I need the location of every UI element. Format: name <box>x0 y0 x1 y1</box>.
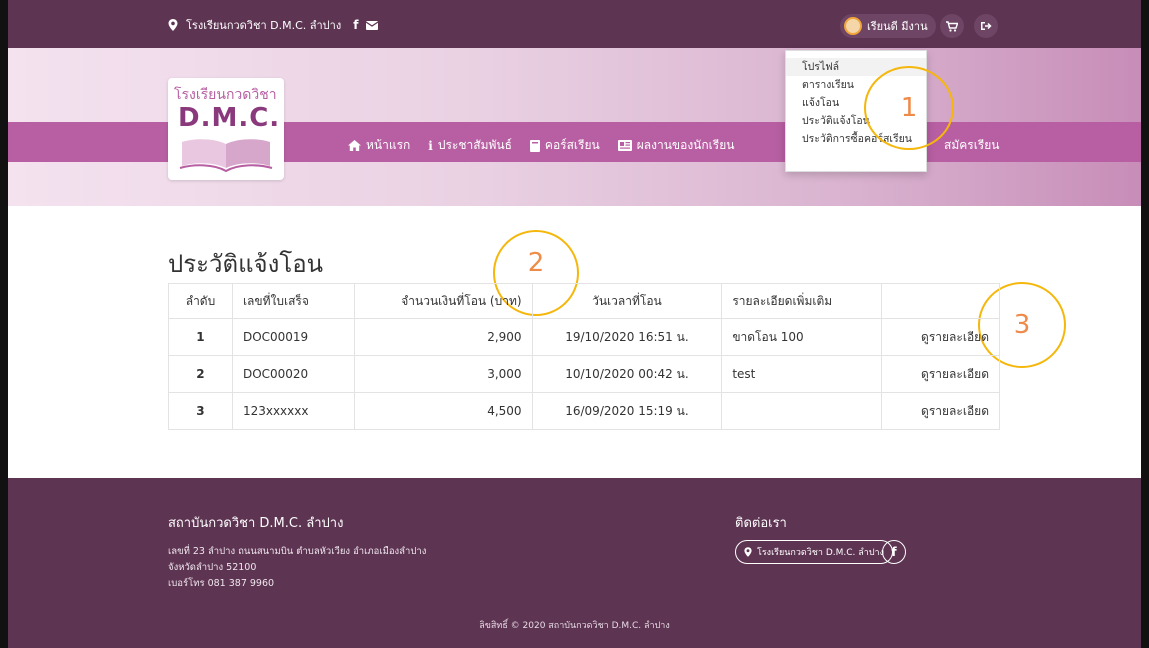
table-row: 1 DOC00019 2,900 19/10/2020 16:51 น. ขาด… <box>168 318 1000 356</box>
nav-label: ผลงานของนักเรียน <box>636 138 735 152</box>
user-menu-button[interactable]: เรียนดี มีงาน <box>840 14 936 38</box>
annotation-number: 1 <box>900 93 918 123</box>
nav-item-student-works[interactable]: ผลงานของนักเรียน <box>617 136 735 155</box>
cell-datetime: 19/10/2020 16:51 น. <box>531 318 723 356</box>
hero-banner: โรงเรียนกวดวิชา D.M.C. หน้าแรก i ประชาสั… <box>8 48 1141 206</box>
copyright: ลิขสิทธิ์ © 2020 สถาบันกวดวิชา D.M.C. ลำ… <box>479 621 670 631</box>
cell-receipt: 123xxxxxx <box>231 392 355 430</box>
facebook-button[interactable]: f <box>882 540 906 564</box>
site-logo[interactable]: โรงเรียนกวดวิชา D.M.C. <box>168 78 284 180</box>
location-button[interactable]: โรงเรียนกวดวิชา D.M.C. ลำปาง <box>735 540 893 564</box>
footer-school-name: สถาบันกวดวิชา D.M.C. ลำปาง <box>168 516 344 531</box>
book-logo-icon <box>179 139 273 173</box>
address-line: จังหวัดลำปาง 52100 <box>168 562 257 573</box>
cell-detail: test <box>721 355 883 393</box>
newspaper-icon <box>617 140 632 151</box>
cell-detail: ขาดโอน 100 <box>721 318 883 356</box>
school-contact: โรงเรียนกวดวิชา D.M.C. ลำปาง f <box>168 16 379 34</box>
cart-icon <box>946 20 958 32</box>
cell-amount: 4,500 <box>353 392 533 430</box>
cell-no: 2 <box>168 355 233 393</box>
right-frame <box>1141 0 1149 648</box>
cell-amount: 2,900 <box>353 318 533 356</box>
column-header-action <box>881 283 1000 319</box>
column-header-detail: รายละเอียดเพิ่มเติม <box>721 283 883 319</box>
cell-datetime: 16/09/2020 15:19 น. <box>531 392 723 430</box>
column-header-amount: จำนวนเงินที่โอน (บาท) <box>353 283 533 319</box>
annotation-number: 3 <box>1013 310 1031 340</box>
left-frame <box>0 0 8 648</box>
nav-label: คอร์สเรียน <box>544 138 600 152</box>
footer: สถาบันกวดวิชา D.M.C. ลำปาง เลขที่ 23 ลำป… <box>8 478 1141 648</box>
table-row: 3 123xxxxxx 4,500 16/09/2020 15:19 น. ดู… <box>168 392 1000 430</box>
address-line: เลขที่ 23 ลำปาง ถนนสนามบิน ตำบลหัวเวียง … <box>168 546 427 557</box>
annotation-number: 2 <box>527 248 545 278</box>
school-name[interactable]: โรงเรียนกวดวิชา D.M.C. ลำปาง <box>186 16 341 34</box>
cell-receipt: DOC00020 <box>231 355 355 393</box>
contact-title: ติดต่อเรา <box>735 516 787 531</box>
logo-text-dmc: D.M.C. <box>178 103 281 133</box>
user-name: เรียนดี มีงาน <box>867 20 928 33</box>
annotation-circle-1: 1 <box>864 66 954 150</box>
cell-detail <box>721 392 883 430</box>
facebook-icon[interactable]: f <box>353 18 358 32</box>
column-header-datetime: วันเวลาที่โอน <box>531 283 723 319</box>
table-row: 2 DOC00020 3,000 10/10/2020 00:42 น. tes… <box>168 355 1000 393</box>
location-label: โรงเรียนกวดวิชา D.M.C. ลำปาง <box>757 548 884 558</box>
cell-receipt: DOC00019 <box>231 318 355 356</box>
nav-item-courses[interactable]: คอร์สเรียน <box>529 136 600 155</box>
table-header-row: ลำดับ เลขที่ใบเสร็จ จำนวนเงินที่โอน (บาท… <box>168 283 1000 319</box>
phone-line: เบอร์โทร 081 387 9960 <box>168 578 275 589</box>
cart-button[interactable] <box>940 14 964 38</box>
cell-datetime: 10/10/2020 00:42 น. <box>531 355 723 393</box>
info-icon: i <box>428 138 433 153</box>
cell-no: 1 <box>168 318 233 356</box>
nav-item-home[interactable]: หน้าแรก <box>348 136 410 155</box>
logout-icon <box>981 22 992 30</box>
footer-address: เลขที่ 23 ลำปาง ถนนสนามบิน ตำบลหัวเวียง … <box>168 544 426 592</box>
facebook-icon: f <box>891 545 897 559</box>
book-icon <box>529 139 540 152</box>
home-icon <box>348 140 361 151</box>
column-header-no: ลำดับ <box>168 283 233 319</box>
view-detail-link[interactable]: ดูรายละเอียด <box>881 355 1000 393</box>
view-detail-link[interactable]: ดูรายละเอียด <box>881 392 1000 430</box>
page-title: ประวัติแจ้งโอน <box>168 250 324 278</box>
map-pin-icon <box>168 19 178 31</box>
page: โรงเรียนกวดวิชา D.M.C. ลำปาง f เรียนดี ม… <box>0 0 1149 648</box>
cell-no: 3 <box>168 392 233 430</box>
avatar <box>844 17 862 35</box>
payment-history-table: ลำดับ เลขที่ใบเสร็จ จำนวนเงินที่โอน (บาท… <box>168 283 1000 430</box>
view-detail-link[interactable]: ดูรายละเอียด <box>881 318 1000 356</box>
nav-label: หน้าแรก <box>366 138 411 152</box>
mail-icon[interactable] <box>366 20 379 30</box>
nav-label: ประชาสัมพันธ์ <box>437 138 512 152</box>
top-bar: โรงเรียนกวดวิชา D.M.C. ลำปาง f เรียนดี ม… <box>8 0 1141 48</box>
column-header-receipt: เลขที่ใบเสร็จ <box>231 283 355 319</box>
logout-button[interactable] <box>974 14 998 38</box>
map-pin-icon <box>744 547 752 557</box>
main-nav: หน้าแรก i ประชาสัมพันธ์ คอร์สเรียน ผลงาน… <box>348 136 734 155</box>
nav-item-register[interactable]: สมัครเรียน <box>944 136 1000 155</box>
cell-amount: 3,000 <box>353 355 533 393</box>
nav-item-news[interactable]: i ประชาสัมพันธ์ <box>428 136 512 155</box>
